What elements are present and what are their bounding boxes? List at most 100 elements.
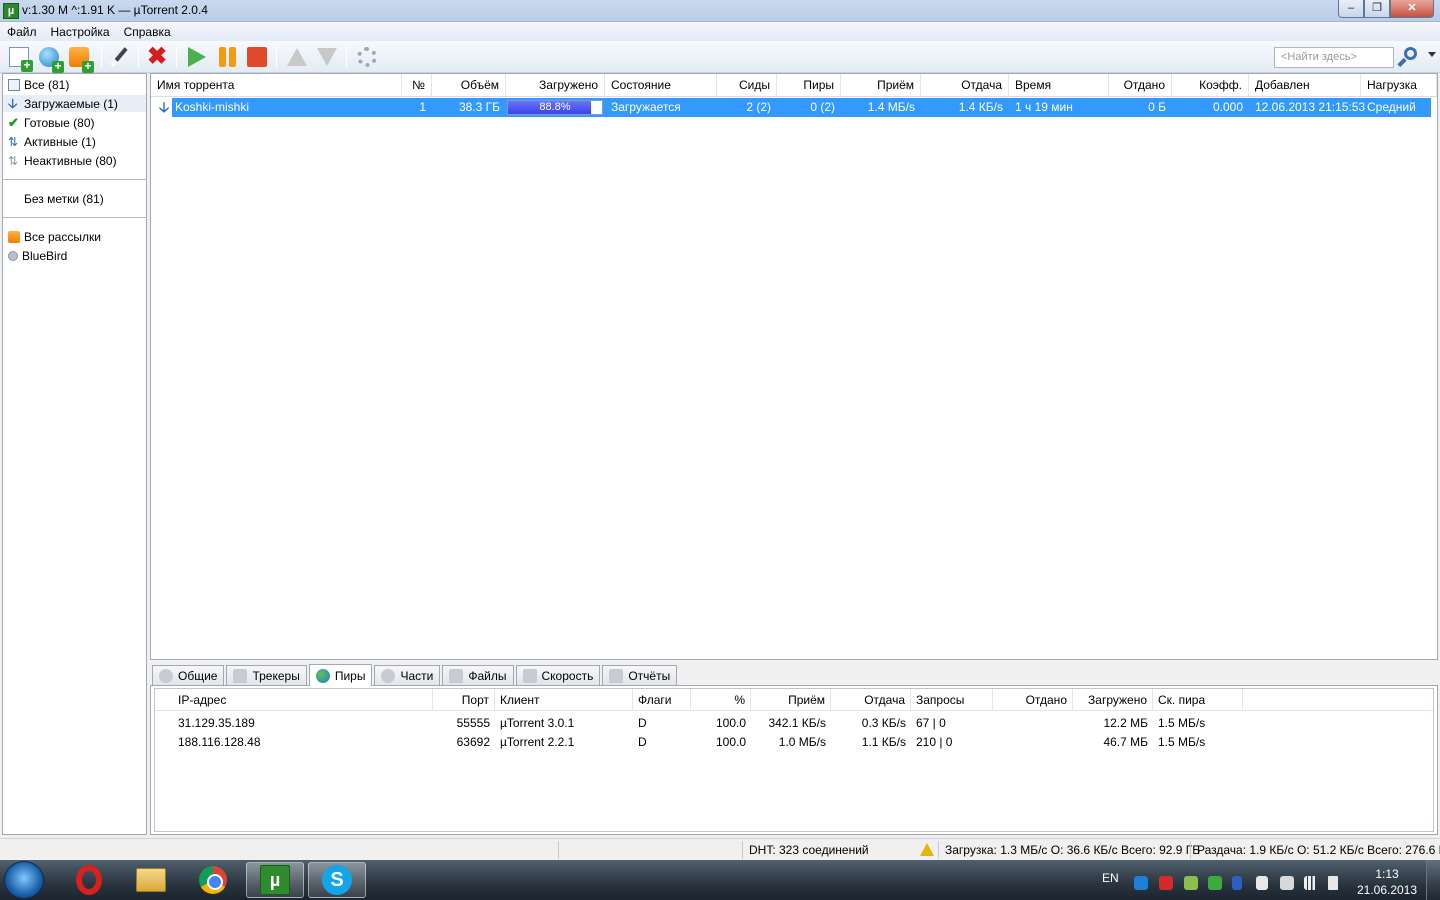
sidebar-item-no-label[interactable]: Без метки (81) — [24, 190, 104, 207]
tab-trackers[interactable]: Трекеры — [226, 665, 307, 686]
tab-label: Пиры — [334, 668, 366, 683]
column-header-size[interactable]: Объём — [432, 74, 506, 96]
search-icon[interactable] — [1397, 45, 1420, 68]
column-header-done[interactable]: Загружено — [506, 74, 605, 96]
sidebar-item-inactive[interactable]: ⇅ Неактивные (80) — [8, 152, 117, 169]
clock-date: 21.06.2013 — [1356, 883, 1418, 897]
stop-button[interactable] — [244, 45, 270, 69]
move-down-button[interactable] — [314, 45, 340, 69]
close-button[interactable]: ✕ — [1390, 0, 1434, 18]
peer-row[interactable]: 31.129.35.189 55555 µTorrent 3.0.1 D 100… — [155, 714, 1433, 733]
torrent-size: 38.3 ГБ — [458, 100, 500, 114]
column-header-peer-up[interactable]: Отдача — [831, 689, 911, 711]
tray-app-icon[interactable] — [1134, 876, 1148, 890]
column-header-uploaded[interactable]: Отдано — [1109, 74, 1172, 96]
sidebar-item-all[interactable]: Все (81) — [8, 76, 69, 93]
sidebar-item-feed-bluebird[interactable]: BlueBird — [8, 247, 67, 264]
start-button[interactable] — [4, 861, 44, 899]
column-header-up-speed[interactable]: Отдача — [921, 74, 1009, 96]
sidebar-item-label: Все рассылки — [24, 229, 101, 244]
sidebar-item-active[interactable]: ⇅ Активные (1) — [8, 133, 96, 150]
add-rss-button[interactable] — [66, 45, 94, 73]
taskbar-clock[interactable]: 1:13 21.06.2013 — [1356, 866, 1418, 898]
column-header-peer-uploaded[interactable]: Отдано — [993, 689, 1073, 711]
column-header-name[interactable]: Имя торрента — [151, 74, 402, 96]
column-header-client[interactable]: Клиент — [495, 689, 633, 711]
column-header-peer-down[interactable]: Приём — [751, 689, 831, 711]
network-signal-icon[interactable] — [1304, 876, 1318, 890]
sidebar-item-downloading[interactable]: 🡣 Загружаемые (1) — [3, 95, 146, 112]
menu-help[interactable]: Справка — [117, 25, 178, 39]
menu-file[interactable]: Файл — [0, 25, 44, 39]
column-header-percent[interactable]: % — [691, 689, 751, 711]
tab-pieces[interactable]: Части — [374, 665, 441, 686]
column-header-port[interactable]: Порт — [433, 689, 495, 711]
search-dropdown-icon[interactable] — [1428, 52, 1436, 57]
status-dht[interactable]: DHT: 323 соединений — [742, 841, 912, 859]
clock-time: 1:13 — [1375, 867, 1399, 881]
column-header-seeds[interactable]: Сиды — [717, 74, 777, 96]
action-center-flag-icon[interactable] — [1256, 876, 1268, 890]
bluetooth-icon[interactable] — [1232, 876, 1242, 890]
move-up-button[interactable] — [284, 45, 310, 69]
show-desktop-button[interactable] — [1426, 860, 1440, 900]
column-header-ratio[interactable]: Коэфф. — [1172, 74, 1249, 96]
menu-settings[interactable]: Настройка — [44, 25, 117, 39]
tab-logger[interactable]: Отчёты — [602, 665, 678, 686]
column-header-peers[interactable]: Пиры — [777, 74, 841, 96]
maximize-button[interactable]: ❐ — [1364, 0, 1390, 18]
progress-text: 88.8% — [539, 101, 571, 113]
tray-app-icon[interactable] — [1184, 876, 1198, 890]
column-header-number[interactable]: № — [402, 74, 432, 96]
sidebar-item-completed[interactable]: ✔ Готовые (80) — [8, 114, 95, 131]
taskbar-app-opera[interactable] — [60, 862, 118, 898]
search-input[interactable]: <Найти здесь> — [1274, 47, 1394, 68]
volume-icon[interactable] — [1328, 876, 1338, 890]
column-header-flags[interactable]: Флаги — [633, 689, 691, 711]
tab-speed[interactable]: Скорость — [515, 665, 601, 686]
column-header-ip[interactable]: IP-адрес — [173, 689, 433, 711]
taskbar-app-chrome[interactable] — [184, 862, 242, 898]
tab-peers[interactable]: Пиры — [308, 664, 373, 686]
peers-panel: IP-адрес Порт Клиент Флаги % Приём Отдач… — [150, 685, 1438, 835]
remove-button[interactable]: ✖ — [144, 45, 170, 69]
peer-row[interactable]: 188.116.128.48 63692 µTorrent 2.2.1 D 10… — [155, 733, 1433, 752]
peer-flags: D — [638, 716, 647, 730]
column-header-peer-downloaded[interactable]: Загружено — [1073, 689, 1153, 711]
column-header-load[interactable]: Нагрузка — [1361, 74, 1437, 96]
minimize-button[interactable]: – — [1338, 0, 1364, 18]
tray-app-icon[interactable] — [1280, 876, 1294, 890]
taskbar-app-utorrent[interactable]: µ — [246, 862, 304, 898]
title-bar: µ v:1.30 M ^:1.91 K — µTorrent 2.0.4 – ❐… — [0, 0, 1440, 22]
sidebar-item-all-feeds[interactable]: Все рассылки — [8, 228, 101, 245]
pause-button[interactable] — [214, 45, 240, 69]
toolbar-separator — [176, 46, 177, 68]
status-download[interactable]: Загрузка: 1.3 МБ/с О: 36.6 КБ/с Всего: 9… — [938, 841, 1200, 859]
tab-label: Трекеры — [252, 669, 300, 683]
tab-general[interactable]: Общие — [152, 665, 225, 686]
column-header-peer-speed[interactable]: Ск. пира — [1153, 689, 1243, 711]
add-torrent-icon — [9, 47, 33, 72]
taskbar-app-skype[interactable]: S — [308, 862, 366, 898]
tab-files[interactable]: Файлы — [442, 665, 514, 686]
settings-button[interactable] — [354, 45, 380, 69]
add-url-button[interactable] — [36, 45, 64, 73]
tray-antivirus-icon[interactable] — [1159, 876, 1173, 890]
add-torrent-button[interactable] — [6, 45, 33, 72]
tray-security-icon[interactable] — [1208, 876, 1222, 890]
peer-client: µTorrent 3.0.1 — [500, 716, 575, 730]
taskbar-app-explorer[interactable] — [122, 862, 180, 898]
start-button[interactable] — [184, 45, 210, 69]
column-header-requests[interactable]: Запросы — [911, 689, 993, 711]
status-upload[interactable]: Раздача: 1.9 КБ/с О: 51.2 КБ/с Всего: 27… — [1190, 841, 1440, 859]
language-indicator[interactable]: EN — [1102, 871, 1119, 885]
chrome-icon — [199, 866, 227, 894]
create-torrent-button[interactable] — [106, 45, 132, 69]
torrent-down-speed: 1.4 МБ/s — [867, 100, 915, 114]
warning-icon[interactable] — [920, 843, 934, 856]
column-header-down-speed[interactable]: Приём — [841, 74, 921, 96]
torrent-row[interactable]: 🡣 Koshki-mishki 1 38.3 ГБ 88.8% Загружае… — [151, 98, 1437, 117]
column-header-status[interactable]: Состояние — [605, 74, 717, 96]
column-header-added[interactable]: Добавлен — [1249, 74, 1361, 96]
column-header-eta[interactable]: Время — [1009, 74, 1109, 96]
